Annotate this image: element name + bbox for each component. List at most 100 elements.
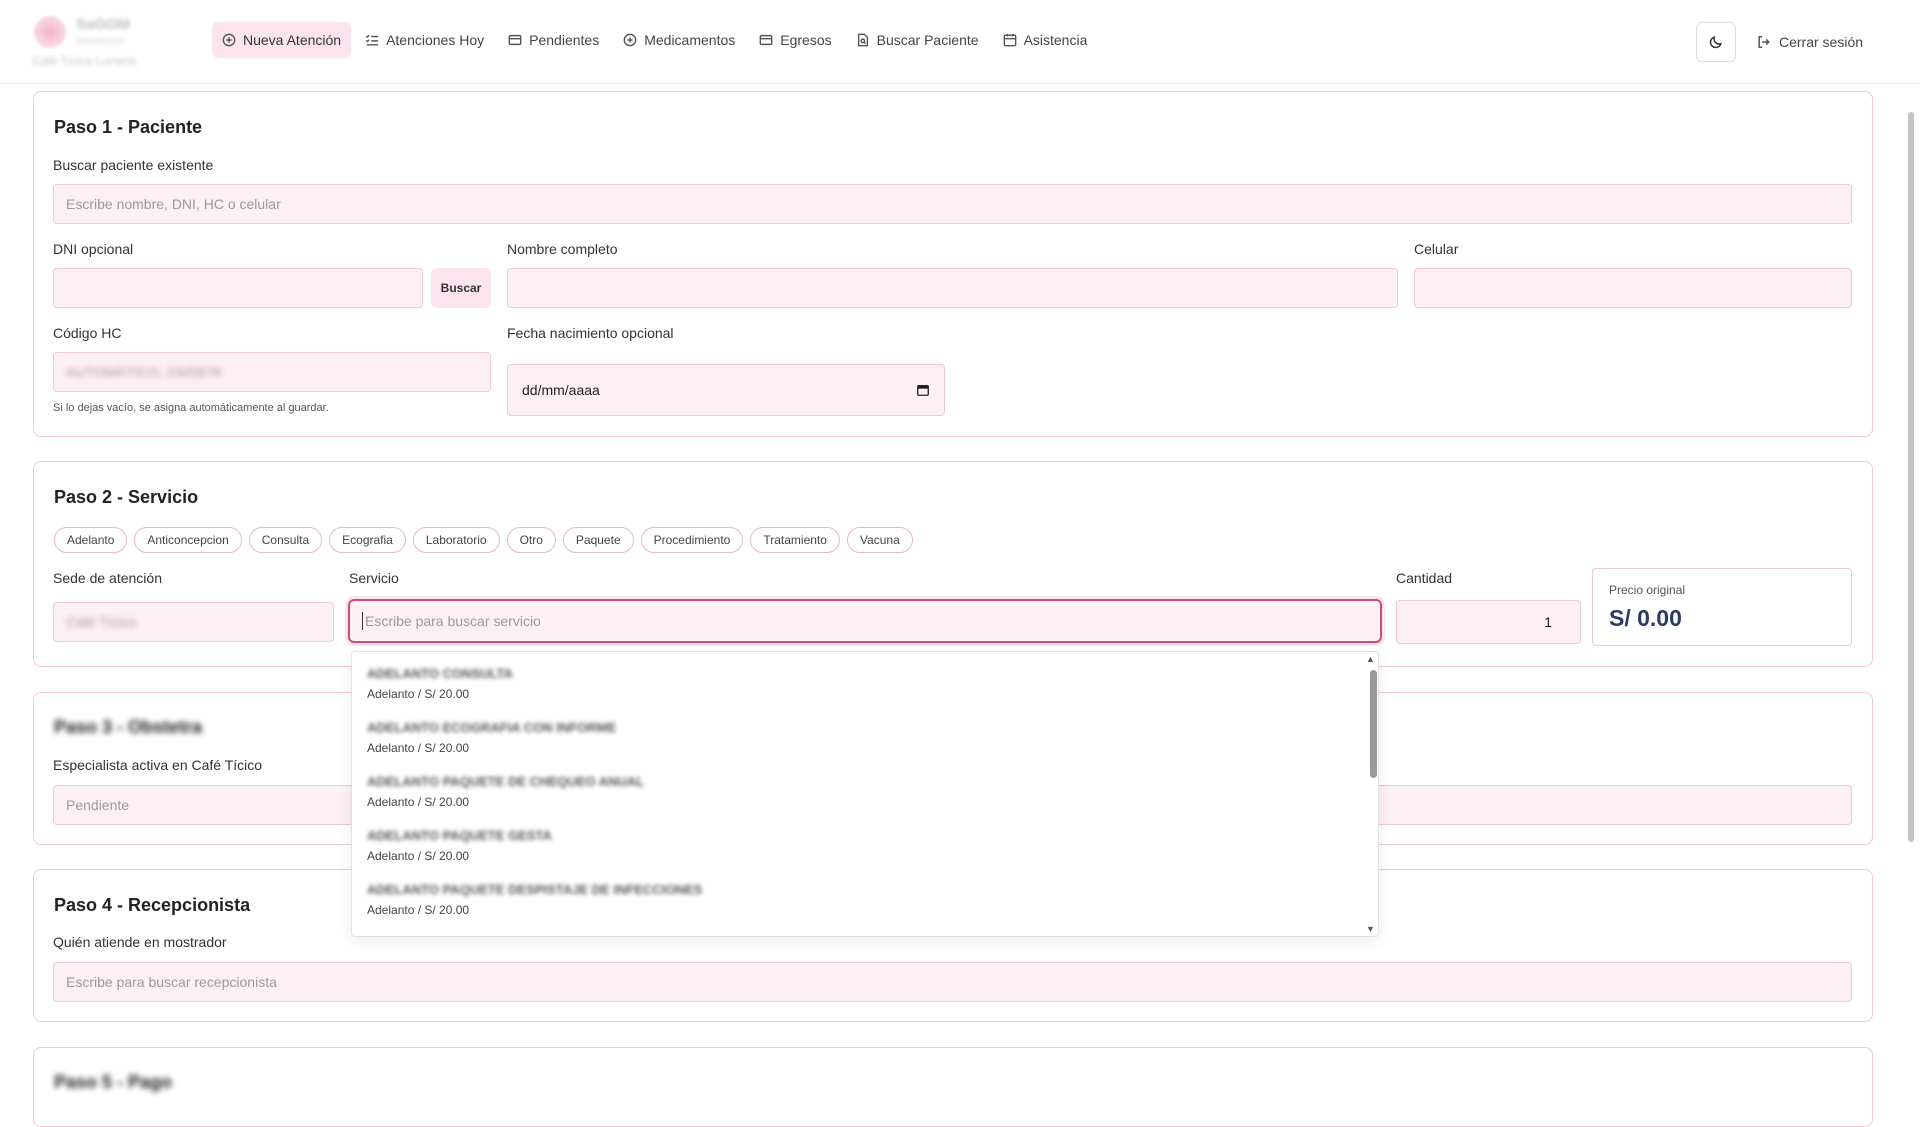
servicio-dropdown[interactable]: ADELANTO CONSULTA Adelanto / S/ 20.00 AD…	[351, 651, 1379, 937]
dropdown-option[interactable]: ADELANTO PAQUETE DESPISTAJE DE INFECCION…	[367, 880, 1367, 930]
celular-label: Celular	[1414, 241, 1459, 257]
nav-atenciones-hoy[interactable]: Atenciones Hoy	[355, 22, 494, 58]
chip-anticoncepcion[interactable]: Anticoncepcion	[134, 527, 242, 553]
step5-card: Paso 5 - Pago	[33, 1047, 1873, 1127]
cantidad-label: Cantidad	[1396, 570, 1453, 586]
dni-label: DNI opcional	[53, 241, 134, 257]
fecha-label: Fecha nacimiento opcional	[507, 325, 674, 341]
recepcionista-label: Quién atiende en mostrador	[53, 934, 227, 950]
option-meta: Adelanto / S/ 20.00	[367, 687, 470, 701]
hc-placeholder: AUTOMÁTICO, 2345678	[66, 364, 222, 380]
calendar-icon[interactable]	[916, 383, 930, 397]
option-name: ADELANTO ECOGRAFIA CON INFORME	[367, 720, 617, 735]
nav-egresos[interactable]: Egresos	[749, 22, 841, 58]
top-navigation-bar: SaGOM Obstetricia Café Tícico Lunaria Nu…	[0, 0, 1920, 84]
brand-name: SaGOM	[76, 16, 131, 33]
step1-title: Paso 1 - Paciente	[54, 117, 203, 137]
step3-title: Paso 3 - Obstetra	[54, 717, 203, 737]
theme-toggle-button[interactable]	[1696, 22, 1736, 62]
option-name: ADELANTO PAQUETE DE CHEQUEO ANUAL	[367, 774, 645, 789]
fecha-nacimiento-input[interactable]: dd/mm/aaaa	[507, 364, 945, 416]
chip-consulta[interactable]: Consulta	[248, 527, 323, 553]
list-check-icon	[365, 34, 379, 46]
nav-label: Buscar Paciente	[876, 32, 979, 48]
option-meta: Adelanto / S/ 20.00	[367, 795, 470, 809]
nav-label: Atenciones Hoy	[386, 32, 485, 48]
sede-label: Sede de atención	[53, 570, 162, 586]
chip-tratamiento[interactable]: Tratamiento	[750, 527, 840, 553]
scroll-up-arrow-icon[interactable]: ▲	[1366, 654, 1375, 664]
precio-label: Precio original	[1609, 583, 1686, 597]
dropdown-option[interactable]: ADELANTO ECOGRAFIA CON INFORME Adelanto …	[367, 718, 1367, 768]
chip-procedimiento[interactable]: Procedimiento	[640, 527, 744, 553]
option-meta: Adelanto / S/ 20.00	[367, 849, 470, 863]
service-category-chips: Adelanto Anticoncepcion Consulta Ecograf…	[54, 527, 913, 553]
search-patient-input[interactable]: Escribe nombre, DNI, HC o celular	[53, 184, 1852, 224]
brand-site: Café Tícico Lunaria	[32, 54, 136, 68]
option-name: ADELANTO CONSULTA	[367, 666, 513, 681]
chip-laboratorio[interactable]: Laboratorio	[412, 527, 500, 553]
step5-title: Paso 5 - Pago	[54, 1072, 173, 1092]
sede-value: Café Tícico	[66, 614, 137, 630]
nav-medicamentos[interactable]: Medicamentos	[613, 22, 745, 58]
nav-label: Egresos	[780, 32, 832, 48]
dropdown-scrollbar-thumb[interactable]	[1370, 670, 1377, 778]
card-icon	[508, 34, 522, 46]
recepcionista-input[interactable]: Escribe para buscar recepcionista	[53, 962, 1852, 1002]
dropdown-option[interactable]: ADELANTO PAQUETE DE CHEQUEO ANUAL Adelan…	[367, 772, 1367, 822]
nombre-label: Nombre completo	[507, 241, 618, 257]
document-search-icon	[857, 33, 868, 47]
scroll-down-arrow-icon[interactable]: ▼	[1366, 924, 1375, 934]
nav-buscar-paciente[interactable]: Buscar Paciente	[846, 22, 989, 58]
chip-vacuna[interactable]: Vacuna	[846, 527, 913, 553]
nav-label: Asistencia	[1023, 32, 1088, 48]
cantidad-input[interactable]: 1	[1396, 600, 1581, 644]
option-name: ADELANTO PAQUETE GESTA	[367, 828, 552, 843]
logout-button[interactable]: Cerrar sesión	[1757, 22, 1863, 62]
logout-label: Cerrar sesión	[1779, 34, 1864, 50]
chip-otro[interactable]: Otro	[506, 527, 556, 553]
hc-label: Código HC	[53, 325, 122, 341]
nav-label: Nueva Atención	[243, 32, 342, 48]
hc-hint: Si lo dejas vacío, se asigna automáticam…	[53, 402, 329, 414]
brand-subtitle: Obstetricia	[76, 36, 124, 47]
servicio-label: Servicio	[349, 570, 399, 586]
precio-value: S/ 0.00	[1609, 605, 1682, 631]
step2-title: Paso 2 - Servicio	[54, 487, 199, 507]
hc-input[interactable]: AUTOMÁTICO, 2345678	[53, 352, 491, 392]
step4-title: Paso 4 - Recepcionista	[54, 895, 251, 915]
especialista-label: Especialista activa en Café Tícico	[53, 757, 262, 773]
celular-input[interactable]	[1414, 268, 1852, 308]
nav-asistencia[interactable]: Asistencia	[993, 22, 1098, 58]
card-icon	[759, 34, 773, 46]
dropdown-option[interactable]: ADELANTO CONSULTA Adelanto / S/ 20.00	[367, 664, 1367, 714]
chip-paquete[interactable]: Paquete	[562, 527, 634, 553]
nav-pendientes[interactable]: Pendientes	[498, 22, 609, 58]
moon-icon	[1709, 36, 1722, 49]
nav-label: Pendientes	[529, 32, 600, 48]
nombre-input[interactable]	[507, 268, 1398, 308]
option-meta: Adelanto / S/ 20.00	[367, 741, 470, 755]
sede-input[interactable]: Café Tícico	[53, 602, 334, 642]
dni-input[interactable]	[53, 268, 423, 308]
plus-circle-icon	[222, 33, 236, 47]
option-name: ADELANTO PAQUETE DESPISTAJE DE INFECCION…	[367, 882, 703, 897]
search-patient-label: Buscar paciente existente	[53, 157, 214, 173]
servicio-input[interactable]: Escribe para buscar servicio	[348, 599, 1382, 643]
chip-adelanto[interactable]: Adelanto	[54, 527, 128, 553]
nav-label: Medicamentos	[644, 32, 736, 48]
text-caret	[362, 612, 363, 630]
nav-nueva-atencion[interactable]: Nueva Atención	[212, 22, 352, 58]
brand-logo-area[interactable]: SaGOM Obstetricia Café Tícico Lunaria	[32, 12, 172, 72]
fecha-value: dd/mm/aaaa	[522, 382, 600, 398]
main-nav: Nueva Atención Atenciones Hoy Pendientes…	[212, 22, 1097, 58]
buscar-button[interactable]: Buscar	[431, 268, 491, 308]
chip-ecografia[interactable]: Ecografia	[329, 527, 406, 553]
page-scrollbar-thumb[interactable]	[1908, 112, 1914, 842]
logout-icon	[1758, 36, 1770, 48]
brand-logo-icon	[34, 16, 66, 48]
precio-original-box: Precio original S/ 0.00	[1592, 568, 1852, 646]
servicio-placeholder: Escribe para buscar servicio	[365, 613, 541, 629]
especialista-label-text: Especialista activa en Café Tícico	[53, 757, 263, 773]
dropdown-option[interactable]: ADELANTO PAQUETE GESTA Adelanto / S/ 20.…	[367, 826, 1367, 876]
